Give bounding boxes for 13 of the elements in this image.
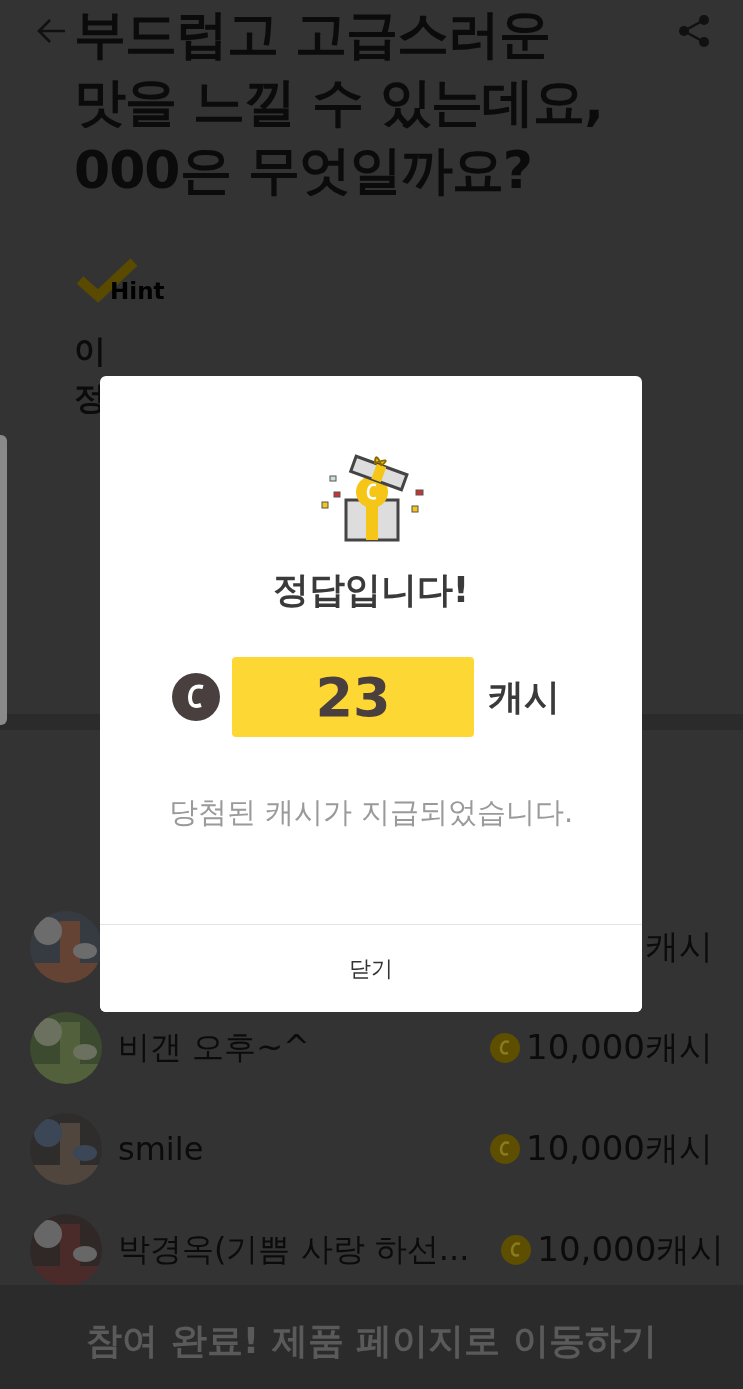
dialog-message: 당첨된 캐시가 지급되었습니다. <box>168 794 574 831</box>
coin-icon <box>501 1234 532 1265</box>
reward-amount: 23 <box>232 657 474 737</box>
coin-icon <box>490 1032 521 1063</box>
share-icon[interactable] <box>678 14 710 48</box>
back-arrow-icon[interactable] <box>36 18 66 44</box>
hint-label: Hint <box>110 278 165 304</box>
reward-unit: 캐시 <box>488 674 560 719</box>
dialog-title: 정답입니다! <box>272 568 470 612</box>
coin-icon <box>172 673 220 721</box>
coin-icon <box>490 1133 521 1164</box>
edge-panel-handle[interactable] <box>0 435 7 725</box>
close-button[interactable]: 닫기 <box>100 924 642 1012</box>
